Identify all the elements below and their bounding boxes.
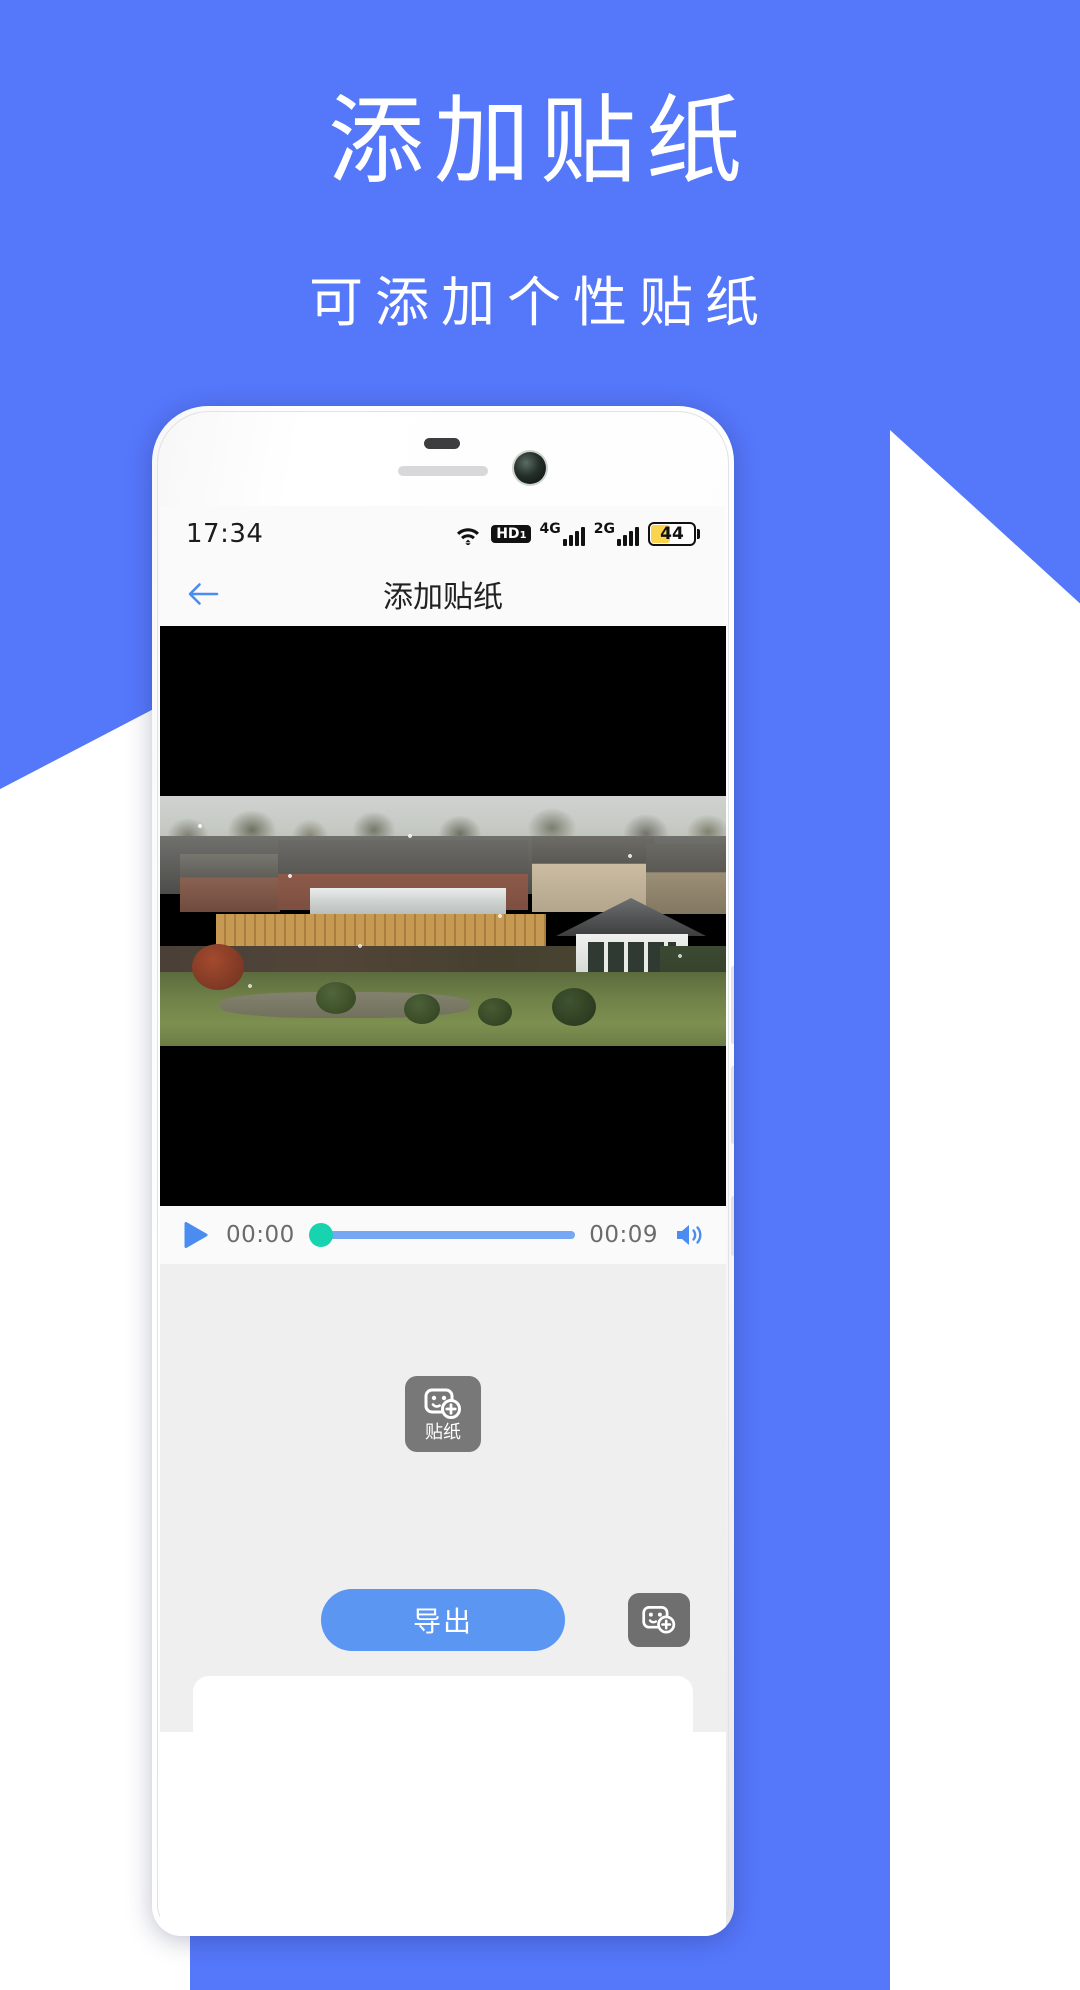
sticker-tool-button[interactable]: 贴纸	[405, 1376, 481, 1452]
video-preview[interactable]	[160, 626, 726, 1206]
seek-thumb[interactable]	[308, 1223, 333, 1247]
status-time: 17:34	[186, 519, 264, 549]
sticker-add-icon	[424, 1388, 461, 1419]
volume-down-hardware-button[interactable]	[731, 1066, 734, 1144]
front-camera-icon	[514, 452, 546, 484]
nav-bar: 添加贴纸	[160, 562, 726, 626]
player-control-bar: 00:00 00:09	[160, 1206, 726, 1264]
signal-4g-icon: 4G	[540, 522, 585, 546]
promo-title: 添加贴纸	[328, 85, 752, 197]
signal-bars-2g	[617, 527, 639, 546]
video-frame	[160, 796, 726, 1046]
bottom-action-bar: 导出	[160, 1564, 726, 1676]
phone-screen: 17:34 HD 1 4G 2G 44 添加贴纸 00:00 00:09 贴纸 …	[160, 506, 726, 1936]
battery-body: 44	[648, 522, 696, 546]
sticker-add-icon	[642, 1606, 676, 1634]
wifi-icon	[457, 528, 480, 545]
status-icons: HD 1 4G 2G 44	[454, 522, 700, 546]
phone-mockup: 17:34 HD 1 4G 2G 44 添加贴纸 00:00 00:09 贴纸 …	[152, 406, 734, 1936]
seek-track	[320, 1231, 576, 1239]
arrow-left-icon	[188, 583, 219, 605]
back-button[interactable]	[160, 581, 246, 607]
bottom-sheet-peek	[160, 1676, 726, 1732]
signal-2g-icon: 2G	[594, 522, 639, 546]
speaker-dot	[424, 438, 460, 449]
bottom-sheet-card[interactable]	[193, 1676, 693, 1732]
sticker-quick-button[interactable]	[628, 1593, 690, 1647]
play-button[interactable]	[178, 1218, 212, 1252]
hd-sub: 1	[519, 530, 527, 541]
play-icon	[184, 1222, 208, 1248]
hd-voice-icon: HD 1	[491, 525, 531, 543]
volume-up-hardware-button[interactable]	[731, 966, 734, 1044]
scene-snowfall	[160, 796, 726, 1046]
decorative-wedge-right	[890, 430, 1080, 1990]
power-hardware-button[interactable]	[731, 1196, 734, 1256]
hd-label: HD	[496, 526, 520, 542]
earpiece-grill	[398, 466, 488, 476]
status-bar: 17:34 HD 1 4G 2G 44	[160, 506, 726, 562]
editor-work-area: 贴纸	[160, 1264, 726, 1564]
battery-icon: 44	[648, 522, 700, 546]
export-button[interactable]: 导出	[321, 1589, 565, 1651]
total-time-label: 00:09	[589, 1222, 658, 1248]
signal-bars-4g	[562, 527, 585, 546]
sticker-tool-label: 贴纸	[425, 1421, 461, 1443]
battery-percent-label: 44	[660, 523, 684, 544]
volume-up-icon	[677, 1225, 702, 1245]
network-type-label-2g: 2G	[593, 521, 615, 537]
network-type-label-4g: 4G	[539, 521, 561, 537]
battery-cap	[697, 529, 700, 539]
seek-slider[interactable]	[308, 1218, 576, 1252]
volume-button[interactable]	[672, 1218, 708, 1252]
promo-subtitle: 可添加个性贴纸	[309, 271, 771, 334]
current-time-label: 00:00	[226, 1222, 295, 1248]
phone-top-hardware	[152, 406, 734, 506]
